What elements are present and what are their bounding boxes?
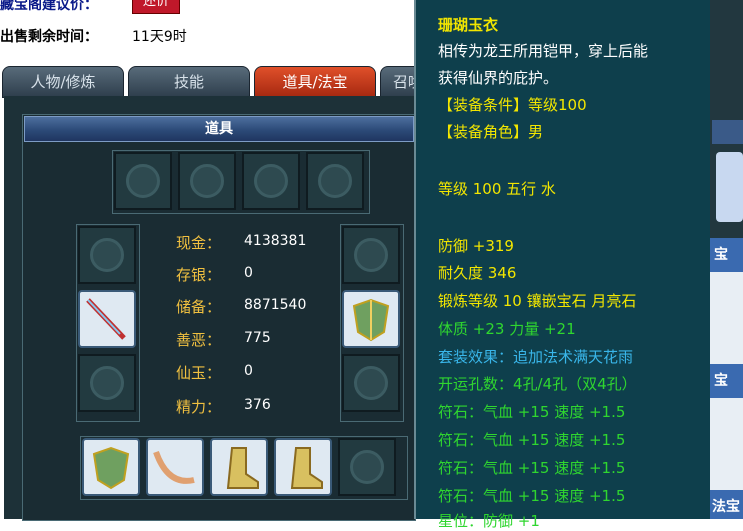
stat-value-cash: 4138381 — [244, 233, 307, 249]
boots-icon — [226, 447, 259, 489]
empty-slot[interactable] — [242, 152, 300, 210]
right-section-bar-3: 法宝 — [710, 490, 743, 519]
tooltip-forge: 锻炼等级 10 镶嵌宝石 月亮石 — [438, 292, 637, 310]
armor-slot[interactable] — [342, 290, 400, 348]
tab-items[interactable]: 道具/法宝 — [254, 66, 376, 98]
tab-character[interactable]: 人物/修炼 — [2, 66, 124, 98]
sword-icon — [86, 298, 126, 340]
empty-slot[interactable] — [342, 226, 400, 284]
tooltip-desc-1: 相传为龙王所用铠甲，穿上后能 — [438, 42, 649, 60]
tooltip-rune-4: 符石：气血 +15 速度 +1.5 — [438, 487, 626, 505]
tooltip-desc-2: 获得仙界的庇护。 — [438, 69, 559, 87]
boots-icon — [290, 447, 323, 489]
slot-emblem-icon — [350, 450, 384, 484]
tooltip-holes: 开运孔数：4孔/4孔（双4孔） — [438, 375, 637, 393]
tooltip-set-effect: 套装效果：追加法术满天花雨 — [438, 348, 634, 366]
slot-emblem-icon — [318, 164, 352, 198]
slot-emblem-icon — [254, 164, 288, 198]
right-item-thumbnail[interactable] — [716, 152, 743, 222]
armor-icon — [352, 298, 390, 342]
stat-value-reserve: 8871540 — [244, 297, 307, 313]
stat-label-karma: 善恶： — [176, 331, 222, 349]
remaining-time-label: 出售剩余时间： — [0, 29, 98, 45]
empty-slot[interactable] — [178, 152, 236, 210]
right-label-2: 宝 — [714, 373, 728, 389]
stat-value-jade: 0 — [244, 363, 253, 379]
stat-value-karma: 775 — [244, 330, 271, 346]
tooltip-rune-2: 符石：气血 +15 速度 +1.5 — [438, 431, 626, 449]
slot-emblem-icon — [354, 238, 388, 272]
stat-label-energy: 精力： — [176, 398, 222, 416]
section-header: 道具 — [24, 116, 414, 142]
slot-emblem-icon — [354, 366, 388, 400]
empty-slot[interactable] — [342, 354, 400, 412]
right-section-bar-2: 宝 — [710, 364, 743, 398]
suggested-price-label: 藏宝阁建议价： — [0, 0, 98, 13]
slot-emblem-icon — [90, 366, 124, 400]
empty-slot[interactable] — [78, 354, 136, 412]
inventory-item-boots[interactable] — [210, 438, 268, 496]
inventory-item-boots-2[interactable] — [274, 438, 332, 496]
right-label-1: 宝 — [714, 247, 728, 263]
tooltip-title: 珊瑚玉衣 — [438, 16, 499, 34]
stat-label-reserve: 储备： — [176, 298, 222, 316]
tooltip-rune-1: 符石：气血 +15 速度 +1.5 — [438, 403, 626, 421]
remaining-time-value: 11天9时 — [132, 29, 187, 45]
slot-emblem-icon — [126, 164, 160, 198]
stat-label-jade: 仙玉： — [176, 364, 222, 382]
right-section-bar-1: 宝 — [710, 238, 743, 272]
stat-value-energy: 376 — [244, 397, 271, 413]
empty-slot[interactable] — [306, 152, 364, 210]
stat-label-savings: 存银： — [176, 266, 222, 284]
right-content-2 — [710, 398, 743, 492]
tooltip-level: 等级 100 五行 水 — [438, 180, 556, 198]
stat-value-savings: 0 — [244, 265, 253, 281]
bargain-button[interactable]: 还价 — [132, 0, 180, 14]
tab-skills[interactable]: 技能 — [128, 66, 250, 98]
inventory-item-armor[interactable] — [82, 438, 140, 496]
necklace-icon — [153, 450, 195, 484]
section-title: 道具 — [205, 121, 233, 137]
tooltip-durability: 耐久度 346 — [438, 264, 517, 282]
armor-icon — [92, 446, 130, 490]
weapon-slot[interactable] — [78, 290, 136, 348]
right-content-1 — [710, 272, 743, 366]
tooltip-defense: 防御 +319 — [438, 237, 514, 255]
empty-slot[interactable] — [78, 226, 136, 284]
inventory-item-necklace[interactable] — [146, 438, 204, 496]
right-header-bar — [712, 120, 743, 144]
right-label-3: 法宝 — [712, 499, 740, 515]
tooltip-req-role: 【装备角色】男 — [438, 123, 544, 141]
empty-slot[interactable] — [338, 438, 396, 496]
slot-emblem-icon — [90, 238, 124, 272]
tooltip-star-slot: 星位：防御 +1 — [438, 512, 540, 530]
slot-emblem-icon — [190, 164, 224, 198]
empty-slot[interactable] — [114, 152, 172, 210]
tooltip-rune-3: 符石：气血 +15 速度 +1.5 — [438, 459, 626, 477]
tooltip-bonus: 体质 +23 力量 +21 — [438, 320, 576, 338]
tooltip-req-level: 【装备条件】等级100 — [438, 96, 587, 114]
stat-label-cash: 现金： — [176, 234, 222, 252]
